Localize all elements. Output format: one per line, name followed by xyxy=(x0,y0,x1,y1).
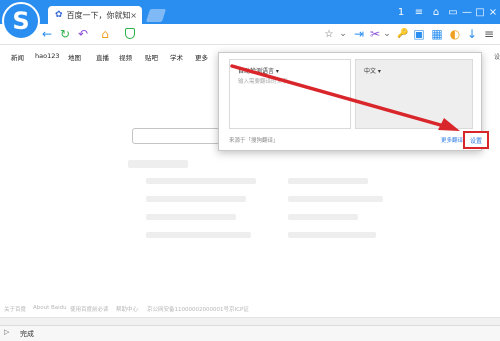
nav-link-more[interactable]: 更多 xyxy=(195,52,208,62)
grid-icon[interactable]: ▦ xyxy=(430,26,444,42)
favorite-star-icon[interactable]: ☆ xyxy=(322,26,336,42)
refresh-icon[interactable]: ↻ xyxy=(58,26,72,42)
translate-icon[interactable]: ▣ xyxy=(412,26,426,42)
footer-link[interactable]: 京公网安备11000002000001号 xyxy=(147,305,229,313)
security-shield-icon xyxy=(125,28,135,39)
settings-menu-icon[interactable]: ≡ xyxy=(482,26,496,42)
status-bar: ▷ 完成 xyxy=(0,325,500,341)
menu-icon[interactable]: ≡ xyxy=(411,4,427,20)
tab-close-icon[interactable]: × xyxy=(130,11,137,20)
sidebar-toggle-icon[interactable]: ▷ xyxy=(4,328,9,336)
settings-label: 设置 xyxy=(469,137,482,145)
paw-icon: ✿ xyxy=(55,10,63,20)
footer-link[interactable]: 使用百度前必读 xyxy=(70,305,109,313)
source-text-box[interactable]: 自动检测语言 ▾ 输入需要翻译的文字 xyxy=(229,59,351,129)
login-icon[interactable]: ⇥ xyxy=(352,26,366,42)
source-language-select[interactable]: 自动检测语言 ▾ xyxy=(238,66,279,75)
nav-link-hao123[interactable]: hao123 xyxy=(35,52,60,60)
page-footer: 关于百度 About Baidu 使用百度前必读 帮助中心 京公网安备11000… xyxy=(0,305,460,315)
nav-link-tieba[interactable]: 贴吧 xyxy=(145,52,158,62)
annotation-arrow xyxy=(230,64,460,131)
hot-list-placeholder xyxy=(288,214,358,220)
tab-baidu[interactable]: ✿ 百度一下，你就知道 × xyxy=(48,6,142,24)
nav-link-news[interactable]: 新闻 xyxy=(11,52,24,62)
key-icon[interactable]: 🔑 xyxy=(396,26,410,42)
source-note: 来源于「搜狗翻译」 xyxy=(229,138,279,144)
back-icon[interactable]: ← xyxy=(40,26,54,42)
footer-link[interactable]: 帮助中心 xyxy=(116,305,138,313)
translate-popup: 自动检测语言 ▾ 输入需要翻译的文字 中文 ▾ 来源于「搜狗翻译」 更多翻译 设… xyxy=(218,52,489,151)
skin-icon[interactable]: ⌂ xyxy=(428,4,444,20)
close-button[interactable]: × xyxy=(485,4,500,20)
status-text: 完成 xyxy=(20,330,34,338)
scissors-dropdown-icon[interactable]: ⌄ xyxy=(380,26,394,42)
browser-logo[interactable]: S xyxy=(2,2,40,40)
translate-settings-button[interactable]: 设置 xyxy=(463,131,489,149)
target-text-box: 中文 ▾ xyxy=(355,59,473,129)
hot-list-placeholder xyxy=(146,214,236,220)
nav-link-live[interactable]: 直播 xyxy=(96,52,109,62)
hot-list-placeholder xyxy=(288,178,368,184)
hot-list-placeholder xyxy=(146,178,256,184)
hot-list-placeholder xyxy=(288,196,383,202)
footer-link[interactable]: 关于百度 xyxy=(4,305,26,313)
download-icon[interactable]: ↓ xyxy=(465,26,479,42)
nav-link-academic[interactable]: 学术 xyxy=(170,52,183,62)
user-badge-icon[interactable]: 1 xyxy=(393,4,409,20)
more-translation-link[interactable]: 更多翻译 xyxy=(441,136,463,144)
toolbar: ← ↻ ↶ ⌂ ☆ ⌄ ⇥ ✂ ⌄ 🔑 ▣ ▦ ◐ ↓ ≡ xyxy=(0,24,500,45)
dropdown-chevron-icon[interactable]: ⌄ xyxy=(336,26,350,42)
nav-link-video[interactable]: 视频 xyxy=(119,52,132,62)
home-icon[interactable]: ⌂ xyxy=(98,26,112,42)
undo-icon[interactable]: ↶ xyxy=(76,26,90,42)
footer-link[interactable]: About Baidu xyxy=(33,305,67,311)
hot-list-placeholder xyxy=(146,196,246,202)
settings-link-partial[interactable]: 设 xyxy=(494,52,500,61)
logo-glyph: S xyxy=(12,7,30,35)
hot-list-placeholder xyxy=(146,232,251,238)
hot-list-placeholder xyxy=(288,232,376,238)
address-bar[interactable] xyxy=(140,27,318,41)
target-language-select[interactable]: 中文 ▾ xyxy=(364,66,381,75)
footer-link[interactable]: 京ICP证 xyxy=(229,305,249,313)
nav-link-map[interactable]: 地图 xyxy=(68,52,81,62)
tab-title: 百度一下，你就知道 xyxy=(66,10,131,20)
source-placeholder: 输入需要翻译的文字 xyxy=(238,79,288,85)
hot-list-placeholder xyxy=(128,160,188,168)
game-icon[interactable]: ◐ xyxy=(448,26,462,42)
